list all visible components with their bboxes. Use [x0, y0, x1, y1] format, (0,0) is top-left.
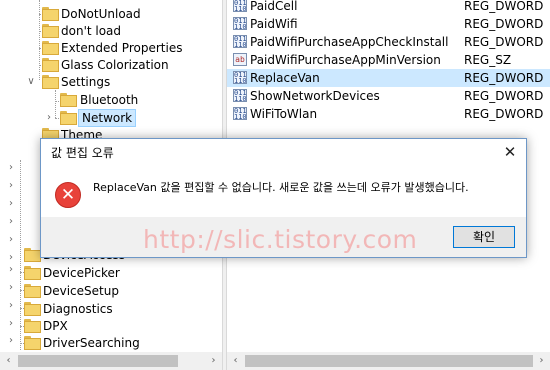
value-name: PaidWifiPurchaseAppMinVersion [250, 53, 441, 67]
folder-icon [24, 266, 41, 280]
tree-item-label: DeviceSetup [43, 284, 119, 298]
chevron-right-icon[interactable]: › [6, 198, 16, 209]
value-type: REG_DWORD [464, 17, 544, 31]
tree-item-label: DevicePicker [43, 266, 120, 280]
chevron-right-icon[interactable]: › [6, 335, 16, 346]
tree-item-label: Diagnostics [43, 302, 113, 316]
chevron-right-icon[interactable]: › [6, 180, 16, 191]
tree-item-label: DoNotUnload [61, 7, 141, 21]
close-icon[interactable]: ✕ [496, 140, 524, 164]
folder-icon [60, 93, 77, 107]
folder-icon [24, 336, 41, 350]
tree-item-label: Settings [61, 75, 111, 89]
tree-guide-line [39, 0, 40, 80]
value-row[interactable]: 011 110 PaidWifi REG_DWORD [227, 15, 550, 33]
dialog-title: 값 편집 오류 [51, 146, 114, 160]
scroll-right-icon[interactable]: › [205, 352, 222, 370]
value-row[interactable]: ab PaidWifiPurchaseAppMinVersion REG_SZ [227, 51, 550, 69]
reg-string-icon: ab [233, 53, 247, 66]
chevron-right-icon[interactable]: › [6, 252, 16, 263]
value-name: PaidWifi [250, 17, 298, 31]
value-name: ReplaceVan [250, 71, 320, 85]
folder-icon [24, 302, 41, 316]
value-type: REG_DWORD [464, 107, 544, 121]
tree-item-label: Network [78, 109, 137, 127]
tree-item-label: Bluetooth [80, 93, 139, 107]
value-row-selected[interactable]: 011 110 ReplaceVan REG_DWORD [227, 69, 550, 87]
value-type: REG_DWORD [464, 35, 544, 49]
tree-guide-line [20, 160, 21, 350]
tree-guide-line [55, 90, 56, 118]
tree-item-label: DriverSearching [43, 336, 140, 350]
chevron-right-icon[interactable]: › [44, 109, 54, 127]
value-type: REG_DWORD [464, 89, 544, 103]
folder-icon [42, 7, 59, 21]
scroll-left-icon[interactable]: ‹ [227, 352, 244, 370]
reg-binary-icon: 011 110 [233, 107, 247, 120]
chevron-right-icon[interactable]: › [6, 234, 16, 245]
tree-item-label: Extended Properties [61, 41, 183, 55]
reg-binary-icon: 011 110 [233, 71, 247, 84]
values-horizontal-scrollbar[interactable]: ‹ › [227, 352, 550, 370]
scrollbar-thumb[interactable] [245, 355, 533, 367]
folder-icon [42, 58, 59, 72]
chevron-right-icon[interactable]: › [6, 162, 16, 173]
tree-item-label: DPX [43, 319, 68, 333]
folder-icon [24, 284, 41, 298]
reg-binary-icon: 011 110 [233, 89, 247, 102]
watermark-text: http://slic.tistory.com [143, 225, 418, 254]
folder-icon [42, 24, 59, 38]
chevron-down-icon[interactable]: ∨ [26, 73, 36, 91]
ok-button[interactable]: 확인 [453, 226, 515, 248]
reg-binary-icon: 011 110 [233, 0, 247, 12]
value-name: WiFiToWlan [250, 107, 318, 121]
value-row[interactable]: 011 110 ShowNetworkDevices REG_DWORD [227, 87, 550, 105]
value-row[interactable]: 011 110 PaidWifiPurchaseAppCheckInstall R… [227, 33, 550, 51]
chevron-right-icon[interactable]: › [6, 282, 16, 293]
folder-icon [24, 319, 41, 333]
chevron-right-icon[interactable]: › [6, 216, 16, 227]
chevron-right-icon[interactable]: › [6, 318, 16, 329]
dialog-message: ReplaceVan 값을 편집할 수 없습니다. 새로운 값을 쓰는데 오류가… [93, 181, 469, 194]
value-row[interactable]: 011 110 WiFiToWlan REG_DWORD [227, 105, 550, 123]
folder-icon [24, 248, 41, 262]
value-row[interactable]: 011 110 PaidCell REG_DWORD [227, 0, 550, 15]
chevron-right-icon[interactable]: › [6, 264, 16, 275]
scrollbar-thumb[interactable] [18, 355, 178, 367]
scroll-right-icon[interactable]: › [533, 352, 550, 370]
value-type: REG_SZ [464, 53, 512, 67]
value-name: PaidWifiPurchaseAppCheckInstall [250, 35, 449, 49]
value-type: REG_DWORD [464, 71, 544, 85]
reg-binary-icon: 011 110 [233, 17, 247, 30]
tree-item-label: don't load [61, 24, 122, 38]
folder-open-icon [42, 75, 59, 89]
value-type: REG_DWORD [464, 0, 544, 13]
value-name: PaidCell [250, 0, 298, 13]
value-name: ShowNetworkDevices [250, 89, 380, 103]
error-icon: ✕ [55, 182, 81, 208]
folder-icon [60, 111, 77, 125]
scroll-left-icon[interactable]: ‹ [0, 352, 17, 370]
folder-icon [42, 41, 59, 55]
reg-binary-icon: 011 110 [233, 35, 247, 48]
tree-horizontal-scrollbar[interactable]: ‹ › [0, 352, 222, 370]
tree-item-label: Glass Colorization [61, 58, 169, 72]
chevron-right-icon[interactable]: › [6, 300, 16, 311]
